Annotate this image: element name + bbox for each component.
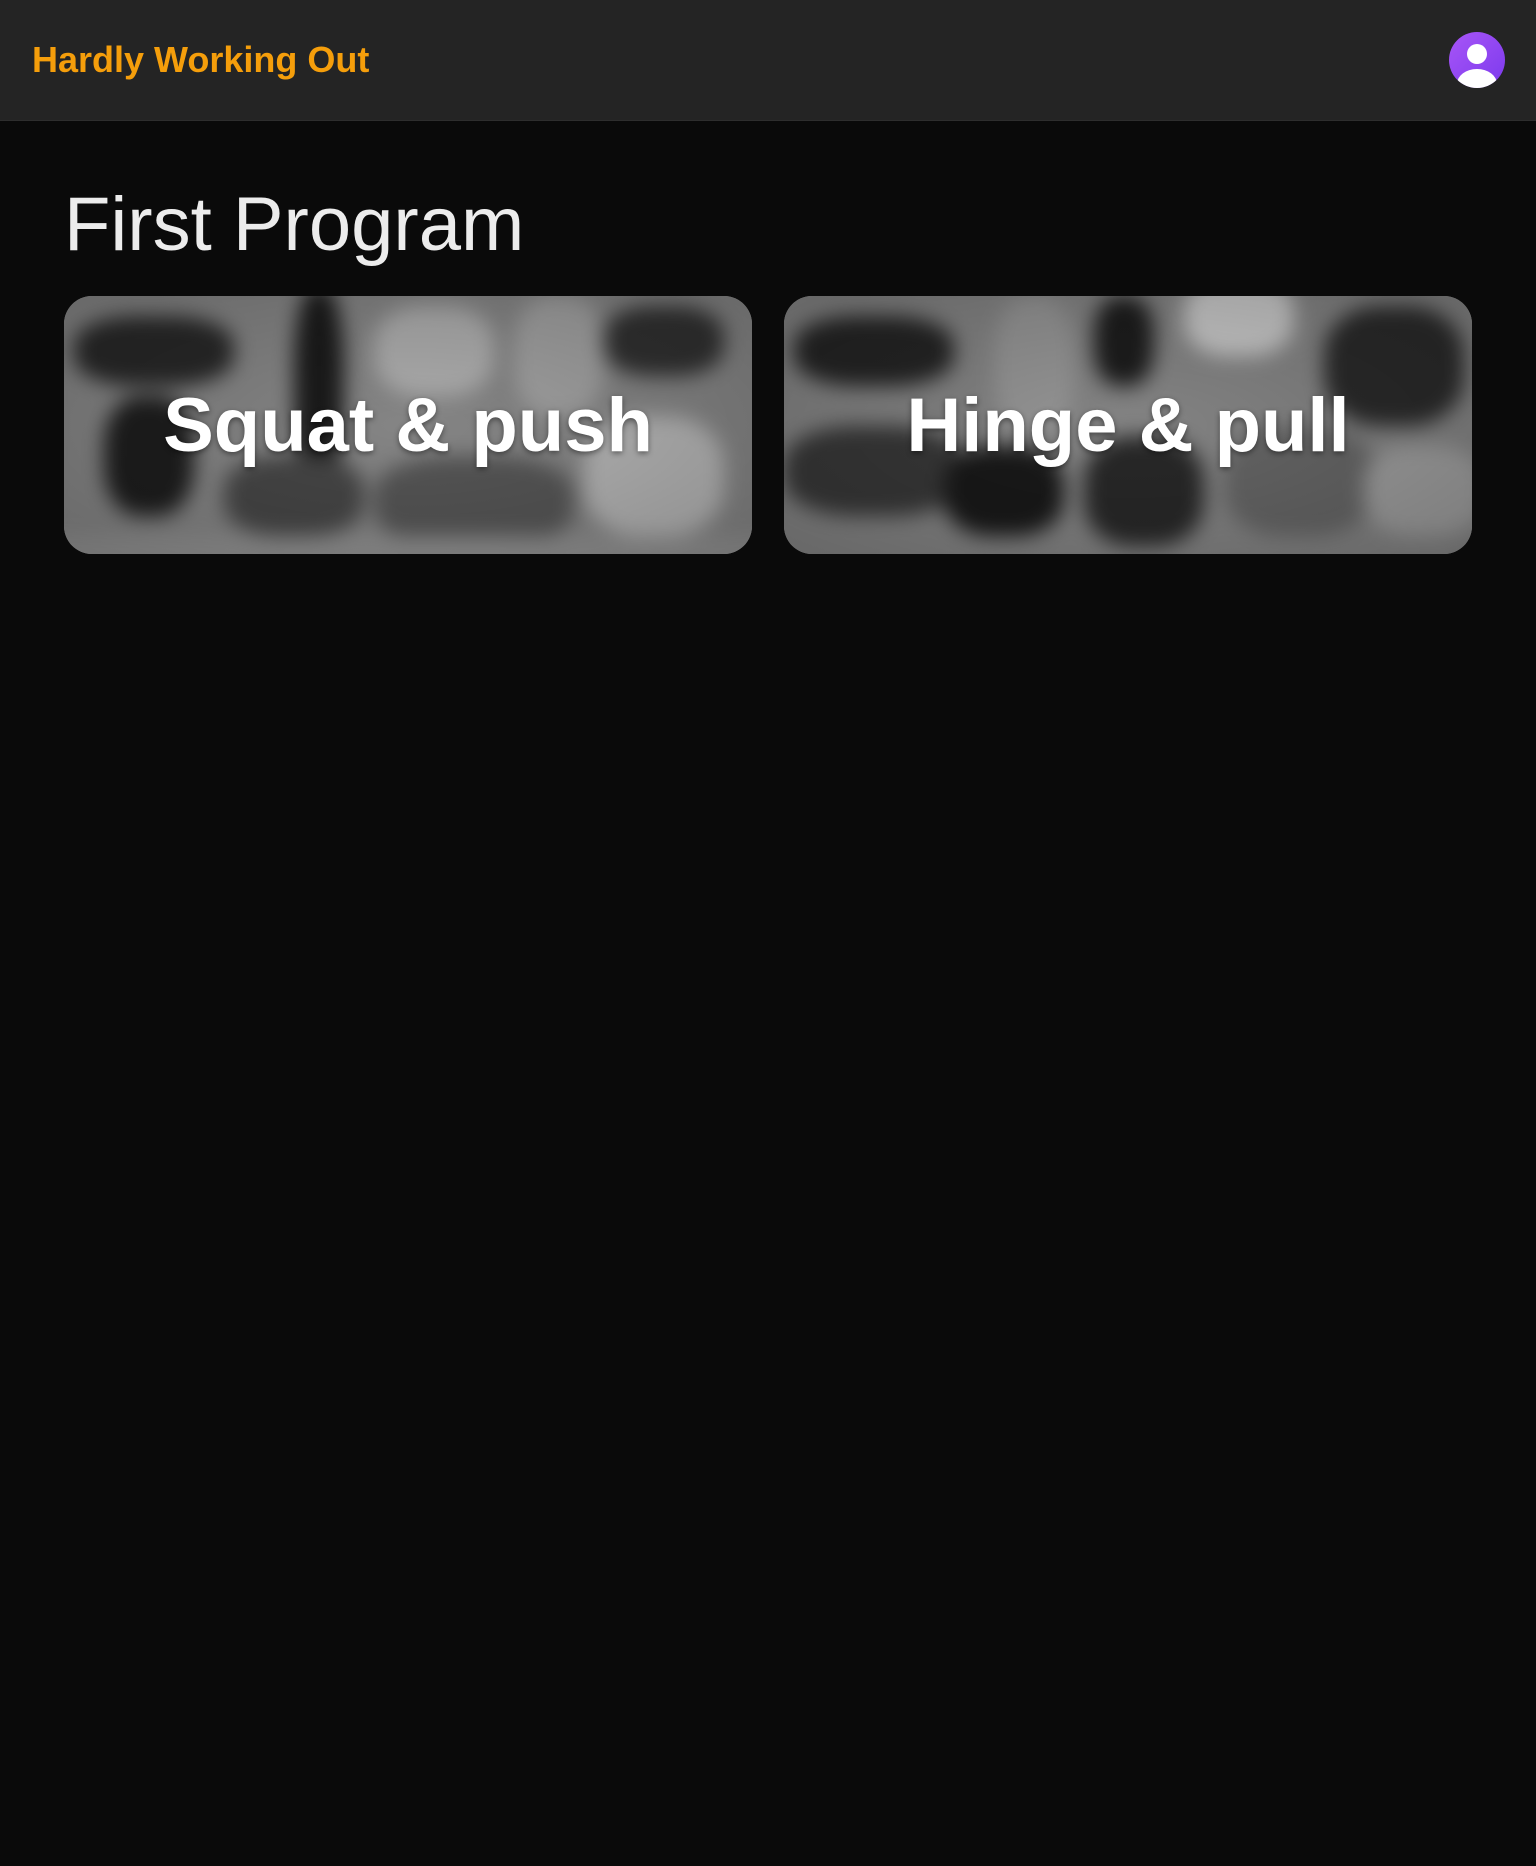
user-avatar-icon xyxy=(1457,44,1497,88)
workout-card-squat-push[interactable]: Squat & push xyxy=(64,296,752,554)
brand-logo-text[interactable]: Hardly Working Out xyxy=(32,38,369,82)
user-avatar-button[interactable] xyxy=(1449,32,1505,88)
top-app-bar: Hardly Working Out xyxy=(0,0,1536,120)
workout-card-label: Squat & push xyxy=(163,382,653,468)
workout-card-label: Hinge & pull xyxy=(906,382,1350,468)
program-title: First Program xyxy=(64,182,525,267)
workout-card-hinge-pull[interactable]: Hinge & pull xyxy=(784,296,1472,554)
